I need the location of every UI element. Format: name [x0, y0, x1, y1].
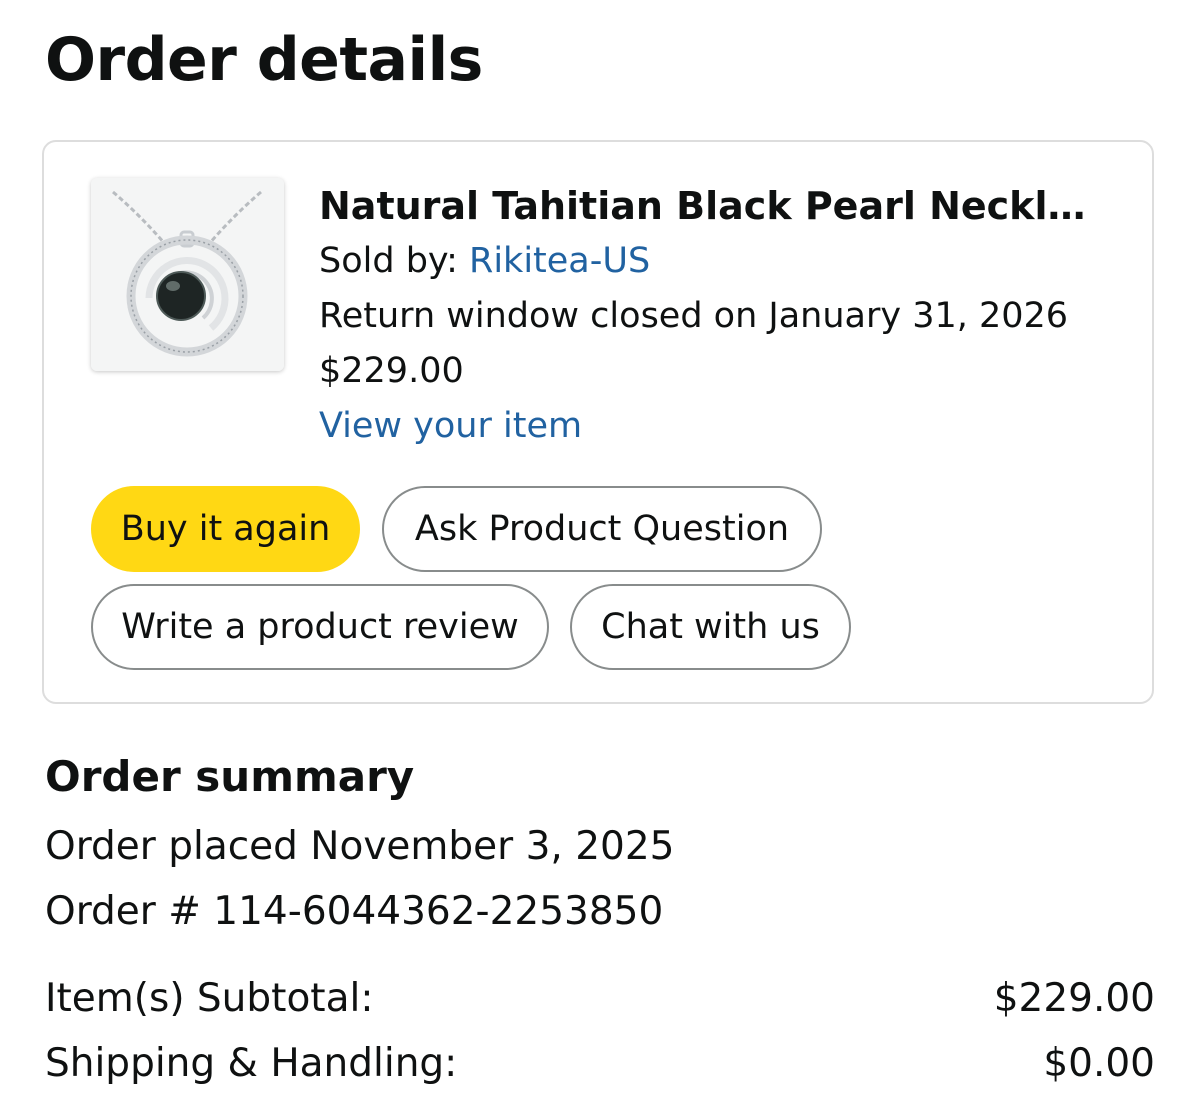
view-item-link[interactable]: View your item [319, 399, 1119, 454]
shipping-label: Shipping & Handling: [45, 1041, 458, 1086]
ask-product-question-button[interactable]: Ask Product Question [382, 486, 822, 572]
pearl-pendant-necklace-icon [91, 178, 284, 371]
subtotal-value: $229.00 [993, 976, 1155, 1021]
shipping-value: $0.00 [1043, 1041, 1155, 1086]
chat-with-us-button[interactable]: Chat with us [570, 584, 851, 670]
return-window: Return window closed on January 31, 2026 [319, 296, 1069, 336]
product-thumbnail[interactable] [91, 178, 284, 371]
sold-by: Sold by: Rikitea-US [319, 234, 1119, 289]
write-review-button[interactable]: Write a product review [91, 584, 549, 670]
shipping-row: Shipping & Handling: $0.00 [45, 1038, 1155, 1090]
item-price: $229.00 [319, 351, 464, 391]
order-summary-title: Order summary [45, 752, 415, 801]
item-title[interactable]: Natural Tahitian Black Pearl Necklac… [319, 178, 1109, 234]
item-info: Natural Tahitian Black Pearl Necklac… So… [319, 178, 1119, 454]
sold-by-label: Sold by: [319, 241, 458, 281]
seller-link[interactable]: Rikitea-US [469, 241, 650, 281]
page-title: Order details [45, 25, 483, 95]
buy-again-button[interactable]: Buy it again [91, 486, 360, 572]
order-placed-date: Order placed November 3, 2025 [45, 824, 675, 869]
order-item-card: Natural Tahitian Black Pearl Necklac… So… [42, 140, 1154, 704]
subtotal-row: Item(s) Subtotal: $229.00 [45, 973, 1155, 1025]
order-number: Order # 114-6044362-2253850 [45, 889, 664, 934]
subtotal-label: Item(s) Subtotal: [45, 976, 374, 1021]
